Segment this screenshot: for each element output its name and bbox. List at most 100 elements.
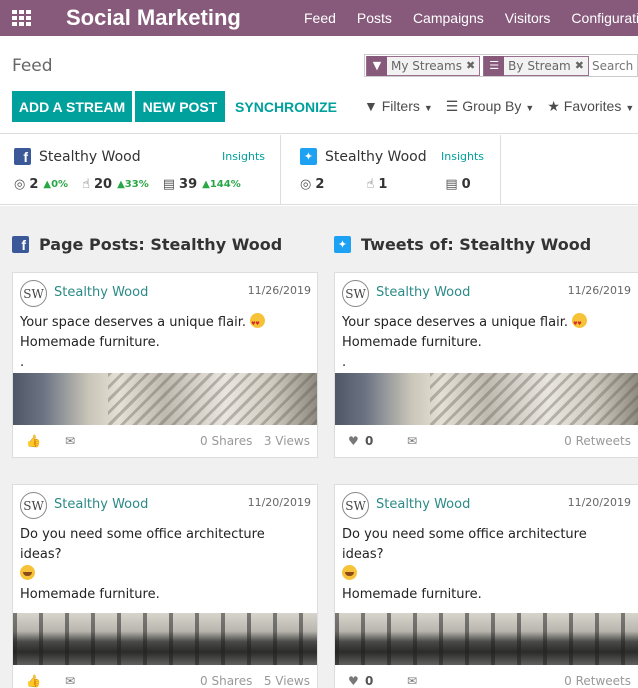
stream-column-twitter: ✦ Tweets of: Stealthy Wood SW Stealthy W…	[334, 206, 638, 688]
post-image[interactable]	[13, 373, 317, 425]
retweets-count: 0 Retweets	[564, 674, 631, 688]
streams-area: f Page Posts: Stealthy Wood SW Stealthy …	[0, 206, 638, 688]
reach-icon: ◎	[300, 177, 312, 192]
post-image[interactable]	[13, 613, 317, 665]
post-line: .	[342, 355, 347, 370]
post-line: Do you need some office architecture ide…	[20, 527, 265, 562]
comment-icon[interactable]: ✉	[407, 674, 417, 688]
post-card[interactable]: SW Stealthy Wood 11/26/2019 Your space d…	[12, 272, 318, 458]
grin-emoji-icon	[20, 565, 35, 580]
post-author[interactable]: Stealthy Wood	[54, 497, 148, 512]
facet-my-streams: ▼ My Streams ✖	[366, 55, 481, 76]
comment-icon[interactable]: ✉	[407, 434, 417, 448]
new-post-button[interactable]: NEW POST	[135, 91, 225, 122]
search-bar[interactable]: ▼ My Streams ✖ ☰ By Stream ✖	[364, 54, 638, 77]
menu-item-configuration[interactable]: Configurati	[571, 10, 638, 26]
thumbs-up-icon[interactable]: 👍	[26, 674, 41, 688]
stat-reach: ◎ 2	[300, 177, 324, 192]
post-line: Homemade furniture.	[342, 587, 482, 602]
post-header: SW Stealthy Wood 11/20/2019	[13, 485, 317, 525]
post-author[interactable]: Stealthy Wood	[54, 285, 148, 300]
account-header: f Stealthy Wood	[14, 148, 141, 165]
insights-link[interactable]: Insights	[222, 150, 265, 163]
caret-down-icon: ▼	[625, 103, 635, 113]
stat-stories: ▤ 39 ▲144%	[163, 177, 241, 192]
views-count: 5 Views	[263, 674, 310, 688]
search-input[interactable]	[591, 58, 637, 73]
divider	[280, 135, 281, 205]
account-name: Stealthy Wood	[39, 148, 141, 165]
post-line: Do you need some office architecture ide…	[342, 527, 587, 562]
facebook-icon: f	[14, 148, 31, 165]
insights-link[interactable]: Insights	[441, 150, 484, 163]
close-icon[interactable]: ✖	[575, 59, 588, 72]
post-date: 11/26/2019	[247, 284, 311, 297]
post-author[interactable]: Stealthy Wood	[376, 285, 470, 300]
apps-menu-icon[interactable]	[12, 10, 32, 26]
post-footer: 👍 ✉ 0 Shares 3 Views	[13, 425, 317, 457]
group-by-dropdown[interactable]: ☰ Group By ▼	[446, 98, 535, 115]
menu-item-feed[interactable]: Feed	[304, 10, 336, 26]
stream-title: ✦ Tweets of: Stealthy Wood	[334, 235, 591, 254]
stat-value: 2	[315, 177, 325, 192]
search-options: ▼ Filters ▼ ☰ Group By ▼ ★ Favorites ▼	[364, 98, 638, 115]
stat-value: 0	[461, 177, 471, 192]
post-image[interactable]	[335, 373, 638, 425]
star-icon: ★	[547, 98, 560, 114]
trend-up: ▲0%	[43, 179, 69, 190]
post-card[interactable]: SW Stealthy Wood 11/20/2019 Do you need …	[12, 484, 318, 688]
comment-icon[interactable]: ✉	[65, 674, 75, 688]
post-line: Homemade furniture.	[20, 587, 160, 602]
synchronize-button[interactable]: SYNCHRONIZE	[231, 91, 341, 122]
post-card[interactable]: SW Stealthy Wood 11/20/2019 Do you need …	[334, 484, 638, 688]
main-menu: Feed Posts Campaigns Visitors Configurat…	[304, 0, 638, 36]
group-by-label: Group By	[462, 98, 522, 114]
post-image[interactable]	[335, 613, 638, 665]
engagement-icon: ☝	[366, 177, 375, 192]
caret-down-icon: ▼	[525, 103, 535, 113]
stat-row: ◎ 2 ▲0% ☝ 20 ▲33% ▤ 39 ▲144%	[14, 177, 255, 192]
add-stream-button[interactable]: ADD A STREAM	[12, 91, 132, 122]
comment-icon[interactable]: ✉	[65, 434, 75, 448]
menu-item-posts[interactable]: Posts	[357, 10, 392, 26]
group-icon: ☰	[445, 98, 459, 114]
post-message: Do you need some office architecture ide…	[335, 525, 638, 605]
trend-value: 0%	[51, 179, 69, 190]
post-author[interactable]: Stealthy Wood	[376, 497, 470, 512]
account-header: ✦ Stealthy Wood	[300, 148, 427, 165]
top-navbar: Social Marketing Feed Posts Campaigns Vi…	[0, 0, 638, 36]
views-count: 3 Views	[263, 434, 310, 448]
stat-value: 1	[378, 177, 388, 192]
trend-up: ▲33%	[117, 179, 149, 190]
avatar: SW	[20, 492, 47, 519]
post-footer: 👍 ✉ 0 Shares 5 Views	[13, 665, 317, 688]
account-twitter: ✦ Stealthy Wood Insights ◎ 2 ☝ 1 ▤ 0	[286, 135, 500, 205]
heart-eyes-emoji-icon	[572, 313, 588, 334]
stat-engagement: ☝ 20 ▲33%	[82, 177, 149, 192]
heart-icon[interactable]: ♥	[348, 434, 359, 448]
filters-dropdown[interactable]: ▼ Filters ▼	[364, 98, 433, 115]
retweets-count: 0 Retweets	[564, 434, 631, 448]
filters-label: Filters	[381, 98, 420, 114]
filter-icon: ▼	[367, 55, 387, 76]
heart-icon[interactable]: ♥	[348, 674, 359, 688]
menu-item-campaigns[interactable]: Campaigns	[413, 10, 484, 26]
facet-label: My Streams	[391, 58, 462, 73]
likes-count: 0	[365, 674, 374, 688]
trend-up: ▲144%	[202, 179, 241, 190]
shares-count: 0 Shares	[200, 434, 253, 448]
twitter-icon: ✦	[300, 148, 317, 165]
post-message: Your space deserves a unique flair. Home…	[335, 313, 638, 373]
post-card[interactable]: SW Stealthy Wood 11/26/2019 Your space d…	[334, 272, 638, 458]
post-metrics: 0 Shares 5 Views	[200, 674, 310, 688]
post-message: Your space deserves a unique flair. Home…	[13, 313, 317, 373]
reach-icon: ◎	[14, 177, 26, 192]
favorites-label: Favorites	[563, 98, 622, 114]
favorites-dropdown[interactable]: ★ Favorites ▼	[547, 98, 634, 115]
thumbs-up-icon[interactable]: 👍	[26, 434, 41, 448]
close-icon[interactable]: ✖	[466, 59, 479, 72]
group-icon: ☰	[484, 55, 505, 76]
menu-item-visitors[interactable]: Visitors	[505, 10, 551, 26]
avatar: SW	[20, 280, 47, 307]
facet-label: By Stream	[508, 58, 571, 73]
